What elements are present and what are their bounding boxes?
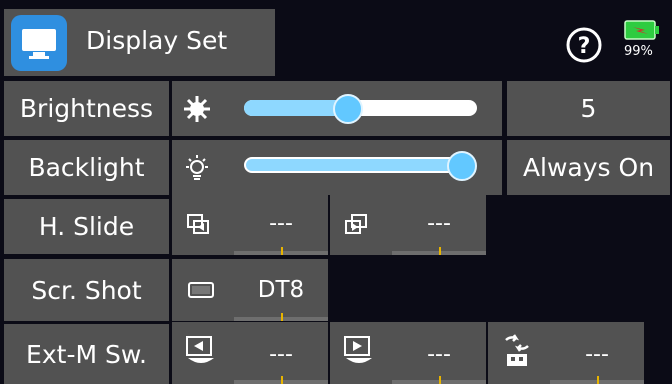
backlight-value[interactable]: Always On [507,140,670,195]
battery-percent: 99% [624,44,653,59]
hslide-left-value: --- [269,211,293,236]
brightness-slider-fill [244,100,346,116]
hslide-right-cell[interactable]: --- [330,195,486,255]
backlight-slider-track[interactable] [244,157,472,173]
next-icon [342,334,376,368]
screenshot-switch-cell[interactable]: DT8 [172,259,328,321]
extm-sw2-cell[interactable]: --- [330,322,486,384]
bulb-icon [182,153,212,183]
extm-sw1-value: --- [269,342,293,367]
backlight-slider-thumb[interactable] [447,151,477,181]
swap-icon [500,334,534,370]
screenshot-switch-value: DT8 [257,277,305,303]
hslide-left-cell[interactable]: --- [172,195,328,255]
prev-icon [184,334,218,368]
page-title: Display Set [86,26,228,55]
monitor-icon[interactable] [11,15,67,71]
battery-charging-icon [624,19,660,41]
backlight-label: Backlight [4,140,169,195]
extm-sw3-value: --- [585,342,609,367]
extm-sw1-cell[interactable]: --- [172,322,328,384]
hslide-label: H. Slide [4,199,169,254]
extm-sw3-cell[interactable]: --- [488,322,644,384]
screen-icon [186,279,216,301]
help-icon[interactable]: ? [565,26,603,64]
brightness-value: 5 [507,81,670,136]
extm-label: Ext-M Sw. [4,324,169,384]
slide-left-icon [184,211,214,237]
sun-icon [182,94,212,124]
brightness-slider-thumb[interactable] [333,94,363,124]
brightness-label: Brightness [4,81,169,136]
svg-text:?: ? [578,34,591,59]
hslide-right-value: --- [427,211,451,236]
extm-sw2-value: --- [427,342,451,367]
slide-right-icon [342,211,372,237]
screenshot-label: Scr. Shot [4,259,169,321]
